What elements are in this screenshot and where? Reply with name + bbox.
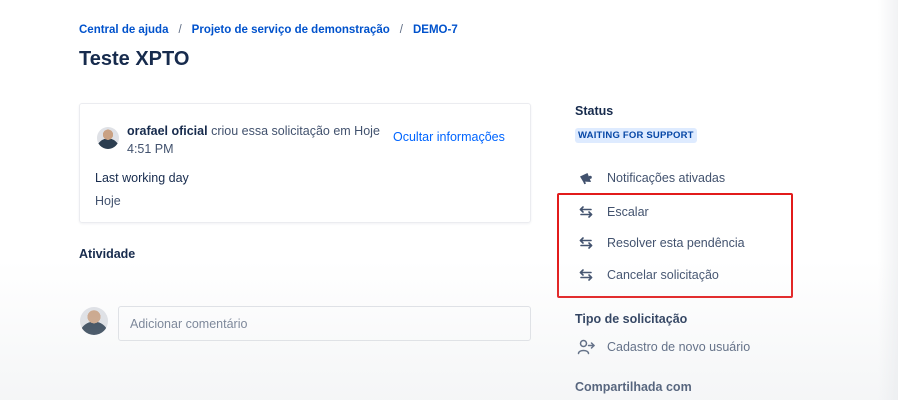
activity-heading: Atividade — [79, 247, 136, 261]
screen-edge-shade — [878, 0, 898, 400]
breadcrumb: Central de ajuda / Projeto de serviço de… — [79, 24, 458, 36]
current-user-avatar — [80, 307, 108, 335]
breadcrumb-help-center[interactable]: Central de ajuda — [79, 24, 168, 36]
notifications-toggle[interactable]: Notificações ativadas — [577, 168, 725, 188]
request-type-value: Cadastro de novo usuário — [577, 337, 750, 357]
author-avatar — [97, 127, 119, 149]
highlight-annotation — [557, 193, 793, 298]
request-type-label: Tipo de solicitação — [575, 312, 688, 326]
status-badge: WAITING FOR SUPPORT — [575, 128, 697, 143]
page-title: Teste XPTO — [79, 48, 190, 70]
breadcrumb-issue-key[interactable]: DEMO-7 — [413, 24, 458, 36]
breadcrumb-separator: / — [178, 24, 182, 36]
status-label: Status — [575, 104, 614, 118]
request-details-card: orafael oficial criou essa solicitação e… — [79, 103, 531, 223]
request-meta: orafael oficial criou essa solicitação e… — [127, 122, 389, 158]
hide-info-link[interactable]: Ocultar informações — [393, 130, 505, 144]
shared-with-label: Compartilhada com — [575, 380, 692, 394]
megaphone-icon — [577, 169, 595, 187]
field-value: Hoje — [95, 194, 121, 208]
breadcrumb-project[interactable]: Projeto de serviço de demonstração — [192, 24, 390, 36]
breadcrumb-separator: / — [399, 24, 403, 36]
field-label: Last working day — [95, 171, 189, 185]
notifications-label: Notificações ativadas — [607, 171, 726, 185]
comment-input[interactable] — [118, 306, 531, 341]
author-name: orafael oficial — [127, 124, 208, 138]
add-user-icon — [577, 338, 595, 356]
request-type-text: Cadastro de novo usuário — [607, 340, 751, 354]
